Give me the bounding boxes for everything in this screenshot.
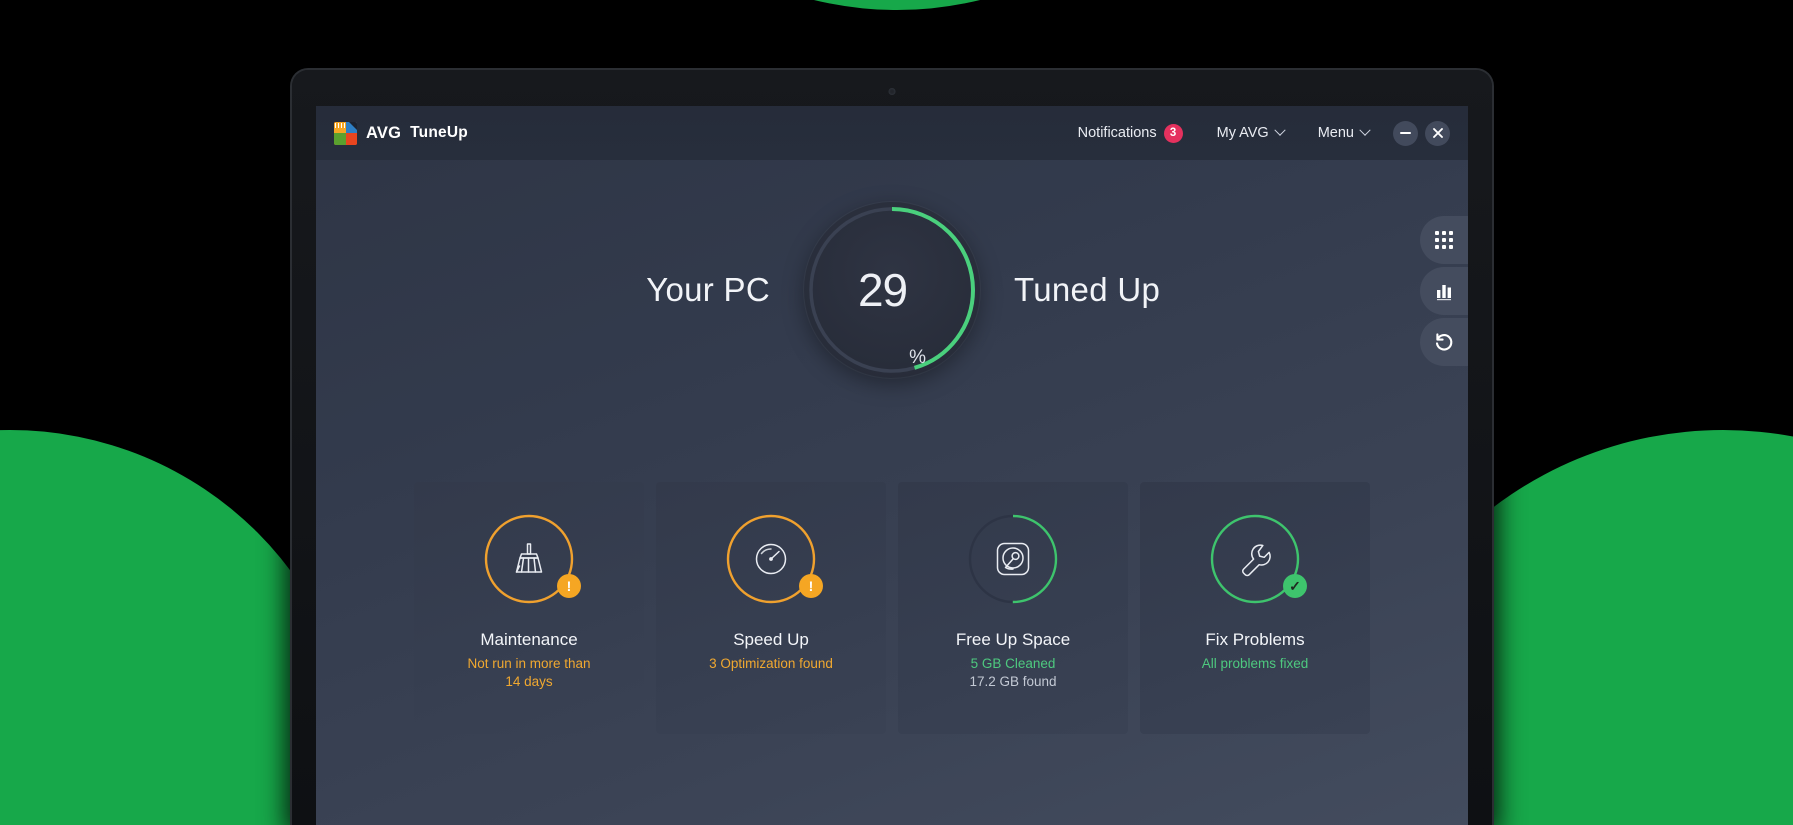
notifications-button[interactable]: Notifications 3 — [1061, 106, 1200, 160]
card-ring-group: ! — [722, 510, 823, 608]
minimize-icon — [1400, 132, 1411, 134]
card-subtitle-secondary: 17.2 GB found — [969, 674, 1057, 690]
rail-button-rescue-center[interactable] — [1420, 318, 1468, 366]
speedometer-icon — [755, 543, 787, 575]
avg-logo-icon — [334, 121, 357, 145]
gauge-value: 29 — [857, 264, 908, 316]
warning-icon: ! — [566, 578, 572, 594]
chevron-down-icon — [1359, 124, 1371, 136]
chevron-down-icon — [1274, 124, 1286, 136]
background-circle-top — [546, 0, 1247, 10]
gauge-value-group: 29 % — [804, 202, 980, 378]
app-window: AVG TuneUp Notifications 3 My AVG Menu Y… — [316, 106, 1468, 825]
brand-logo-group: AVG TuneUp — [334, 121, 468, 145]
card-subtitle-secondary: 14 days — [505, 674, 553, 690]
menu-label: Menu — [1317, 125, 1354, 141]
card-ring-group: ✓ — [1206, 510, 1307, 608]
card-subtitle: Not run in more than — [467, 656, 591, 671]
minimize-button[interactable] — [1393, 120, 1418, 146]
screenshot-stage: AVG TuneUp Notifications 3 My AVG Menu Y… — [0, 0, 1793, 825]
warning-icon: ! — [808, 578, 814, 594]
close-icon — [1432, 128, 1443, 138]
app-titlebar: AVG TuneUp Notifications 3 My AVG Menu — [316, 106, 1468, 160]
laptop-mockup: AVG TuneUp Notifications 3 My AVG Menu Y… — [292, 70, 1492, 825]
notifications-badge: 3 — [1163, 123, 1183, 143]
webcam-icon — [888, 88, 896, 95]
card-ring-group: ! — [480, 510, 581, 608]
right-rail — [1420, 216, 1468, 366]
tuneup-status-hero: Your PC 29 % Tuned Up — [316, 202, 1468, 378]
card-title: Fix Problems — [1205, 630, 1305, 649]
notifications-label: Notifications — [1077, 125, 1157, 141]
card-title: Speed Up — [733, 630, 809, 649]
undo-restore-icon — [1435, 333, 1453, 351]
card-maintenance[interactable]: ! Maintenance Not run in more than 14 da… — [414, 482, 644, 734]
hero-right-text: Tuned Up — [1014, 271, 1161, 308]
product-name: TuneUp — [410, 124, 468, 141]
brand-name: AVG — [366, 123, 402, 142]
menu-button[interactable]: Menu — [1301, 106, 1386, 160]
tuneup-score-gauge: 29 % — [804, 202, 980, 378]
card-icon — [964, 510, 1062, 608]
card-subtitle: All problems fixed — [1201, 656, 1309, 671]
bar-chart-icon — [1437, 285, 1451, 301]
card-fix-problems[interactable]: ✓ Fix Problems All problems fixed — [1140, 482, 1370, 734]
card-status-badge: ✓ — [1283, 574, 1307, 598]
check-icon: ✓ — [1289, 577, 1301, 594]
hero-left-text: Your PC — [646, 271, 770, 308]
my-avg-label: My AVG — [1216, 125, 1269, 141]
close-button[interactable] — [1425, 120, 1450, 146]
wrench-icon — [1242, 544, 1271, 577]
app-main: Your PC 29 % Tuned Up ! Maintenance Not … — [316, 160, 1468, 825]
card-speed-up[interactable]: ! Speed Up 3 Optimization found — [656, 482, 886, 734]
titlebar-actions: Notifications 3 My AVG Menu — [1061, 106, 1454, 160]
card-status-badge: ! — [557, 574, 581, 598]
card-subtitle: 5 GB Cleaned — [970, 656, 1056, 671]
grid-apps-icon — [1435, 231, 1453, 249]
rail-button-all-tools[interactable] — [1420, 216, 1468, 264]
feature-cards: ! Maintenance Not run in more than 14 da… — [316, 482, 1468, 734]
hard-drive-icon — [996, 542, 1030, 576]
rail-button-performance-report[interactable] — [1420, 267, 1468, 315]
card-title: Maintenance — [480, 630, 578, 649]
my-avg-menu[interactable]: My AVG — [1200, 106, 1301, 160]
card-title: Free Up Space — [955, 630, 1071, 649]
gauge-unit: % — [909, 347, 927, 368]
card-subtitle: 3 Optimization found — [709, 656, 833, 671]
card-status-badge: ! — [799, 574, 823, 598]
card-free-up-space[interactable]: Free Up Space 5 GB Cleaned 17.2 GB found — [898, 482, 1128, 734]
card-ring-group — [964, 510, 1062, 608]
broom-icon — [515, 543, 543, 573]
